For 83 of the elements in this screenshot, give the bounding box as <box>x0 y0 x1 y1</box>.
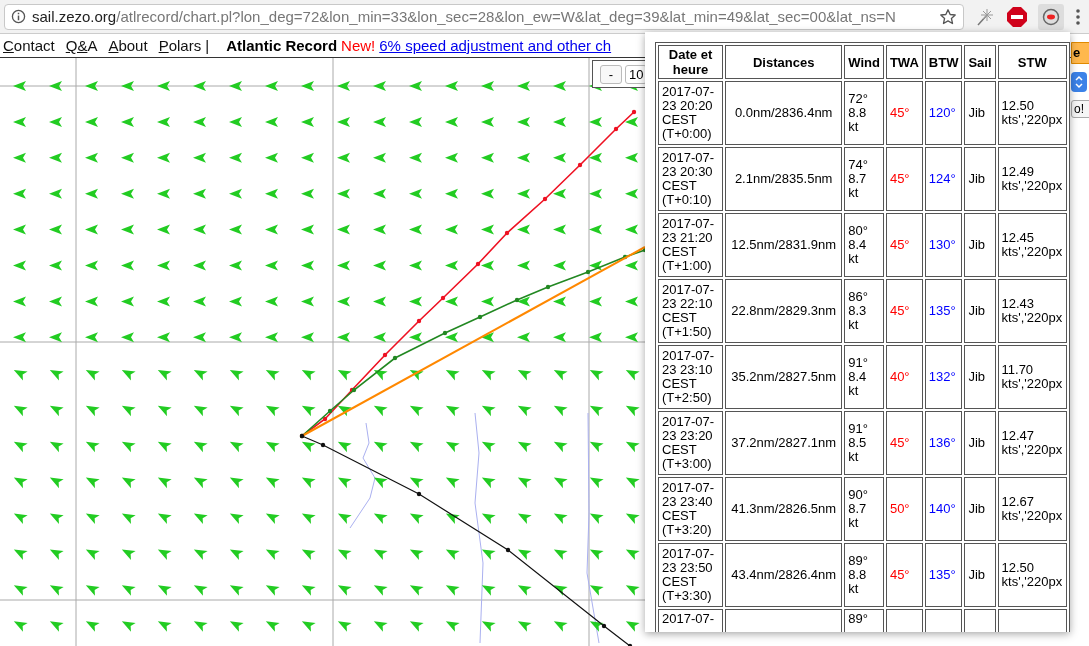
column-header: Date et heure <box>658 45 724 79</box>
table-cell: 89° <box>844 609 884 632</box>
table-cell: 2017-07-23 23:50 CEST (T+3:30) <box>658 543 724 607</box>
table-cell: 45° <box>885 213 923 277</box>
column-header: STW <box>997 45 1067 79</box>
table-cell: 12.49 kts','220px <box>997 147 1067 211</box>
table-cell: 74° 8.7 kt <box>844 147 884 211</box>
table-cell: 124° <box>924 147 963 211</box>
table-cell: 45° <box>885 543 923 607</box>
table-cell: Jib <box>964 279 996 343</box>
table-cell: 2017-07-23 20:20 CEST (T+0:00) <box>658 81 724 145</box>
table-cell: 40° <box>885 345 923 409</box>
go-button[interactable]: o! <box>1071 100 1089 118</box>
nav-link[interactable]: About <box>108 37 148 54</box>
table-cell: 22.8nm/2829.3nm <box>725 279 843 343</box>
column-header: TWA <box>885 45 923 79</box>
nav-link[interactable]: Polars | <box>158 37 210 54</box>
up-down-arrows-icon <box>1074 75 1084 89</box>
url-text: sail.zezo.org/atlrecord/chart.pl?lon_deg=72&lon_min=33&lon_sec=28&lon_ew=W&lat_deg=39&lat_min=49&lat_sec=00&lat_ns=N <box>32 8 897 25</box>
table-cell: Jib <box>964 345 996 409</box>
table-cell: 2017-07-23 21:20 CEST (T+1:00) <box>658 213 724 277</box>
table-cell: 2017-07- <box>658 609 724 632</box>
table-cell: 2017-07-23 23:20 CEST (T+3:00) <box>658 411 724 475</box>
table-cell: 80° 8.4 kt <box>844 213 884 277</box>
table-cell: 135° <box>924 279 963 343</box>
table-cell: Jib <box>964 411 996 475</box>
bookmark-star-icon[interactable] <box>939 7 957 26</box>
table-cell: Jib <box>964 147 996 211</box>
table-cell: Jib <box>964 81 996 145</box>
table-cell: 35.2nm/2827.5nm <box>725 345 843 409</box>
column-header: Distances <box>725 45 843 79</box>
column-header: Wind <box>844 45 884 79</box>
table-cell: 12.50 kts','220px <box>997 543 1067 607</box>
dropdown-select[interactable] <box>1071 72 1087 92</box>
table-cell: 135° <box>924 543 963 607</box>
table-cell: 2017-07-23 20:30 CEST (T+0:10) <box>658 147 724 211</box>
table-cell: 12.67 kts','220px <box>997 477 1067 541</box>
column-header: BTW <box>924 45 963 79</box>
table-cell: 140° <box>924 477 963 541</box>
table-cell: 12.45 kts','220px <box>997 213 1067 277</box>
table-cell: 90° 8.7 kt <box>844 477 884 541</box>
menu-icon[interactable] <box>1074 6 1082 27</box>
table-cell: 12.5nm/2831.9nm <box>725 213 843 277</box>
table-cell: Jib <box>964 477 996 541</box>
table-cell: Jib <box>964 213 996 277</box>
table-cell: Jib <box>964 543 996 607</box>
nav-link[interactable]: Contact <box>3 37 55 54</box>
table-cell: 11.70 kts','220px <box>997 345 1067 409</box>
table-cell: 0.0nm/2836.4nm <box>725 81 843 145</box>
table-cell: 136° <box>924 411 963 475</box>
table-cell: 120° <box>924 81 963 145</box>
table-cell: 37.2nm/2827.1nm <box>725 411 843 475</box>
table-cell: 12.47 kts','220px <box>997 411 1067 475</box>
table-cell: 12.43 kts','220px <box>997 279 1067 343</box>
table-cell: 130° <box>924 213 963 277</box>
table-cell: 2017-07-23 23:10 CEST (T+2:50) <box>658 345 724 409</box>
table-cell: 2.1nm/2835.5nm <box>725 147 843 211</box>
new-label: New! <box>341 37 376 54</box>
extension-button[interactable] <box>1038 3 1064 30</box>
pill-button[interactable]: e <box>1071 42 1089 64</box>
announcement-link[interactable]: 6% speed adjustment and other ch <box>379 37 612 54</box>
table-cell: 43.4nm/2826.4nm <box>725 543 843 607</box>
table-cell: 2017-07-23 22:10 CEST (T+1:50) <box>658 279 724 343</box>
column-header: Sail <box>964 45 996 79</box>
table-cell: 72° 8.8 kt <box>844 81 884 145</box>
address-bar[interactable]: sail.zezo.org/atlrecord/chart.pl?lon_deg=72&lon_min=33&lon_sec=28&lon_ew=W&lat_deg=39&lat_min=49&lat_sec=00&lat_ns=N <box>4 3 964 30</box>
table-cell: 50° <box>885 477 923 541</box>
table-cell: 91° 8.4 kt <box>844 345 884 409</box>
info-icon[interactable] <box>11 9 26 24</box>
nav-link[interactable]: Q&A <box>65 37 98 54</box>
table-cell: 89° 8.8 kt <box>844 543 884 607</box>
table-cell: 45° <box>885 411 923 475</box>
table-cell: 2017-07-23 23:40 CEST (T+3:20) <box>658 477 724 541</box>
table-cell: 91° 8.5 kt <box>844 411 884 475</box>
table-cell: 86° 8.3 kt <box>844 279 884 343</box>
table-cell: 45° <box>885 147 923 211</box>
zoom-out-button[interactable]: - <box>600 64 622 84</box>
page-title: Atlantic Record <box>226 37 338 54</box>
table-cell: 45° <box>885 81 923 145</box>
table-cell: 132° <box>924 345 963 409</box>
table-cell: 12.50 kts','220px <box>997 81 1067 145</box>
table-cell: 41.3nm/2826.5nm <box>725 477 843 541</box>
table-cell: 45° <box>885 279 923 343</box>
